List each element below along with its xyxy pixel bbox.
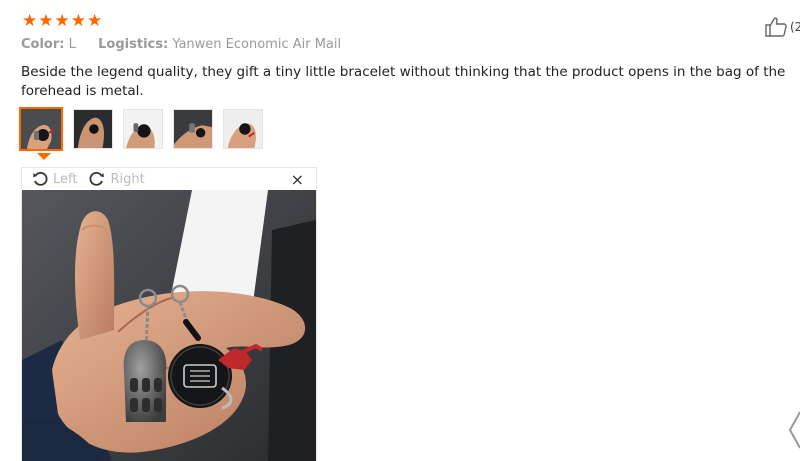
- review-thumbnails: [19, 107, 263, 151]
- rotate-left-icon: [33, 171, 48, 186]
- helpful-button[interactable]: (2: [764, 16, 800, 38]
- color-value: L: [68, 37, 76, 52]
- rotate-right-label: Right: [110, 171, 145, 187]
- star-icon: ★: [38, 11, 54, 31]
- color-label: Color:: [21, 37, 65, 52]
- logistics-label: Logistics:: [98, 37, 169, 52]
- review-photo: [22, 190, 316, 461]
- review-thumbnail[interactable]: [73, 109, 113, 149]
- review-thumbnail[interactable]: [123, 109, 163, 149]
- rotate-left-button[interactable]: Left: [32, 171, 77, 187]
- review-text: Beside the legend quality, they gift a t…: [21, 64, 786, 99]
- review-meta: Color: L Logistics: Yanwen Economic Air …: [21, 37, 341, 52]
- image-viewer: Left Right ×: [21, 167, 317, 461]
- review-thumbnail[interactable]: [19, 107, 63, 151]
- rotate-right-button[interactable]: Right: [89, 171, 145, 187]
- thumbs-up-icon: [764, 16, 788, 38]
- close-icon[interactable]: ×: [291, 170, 304, 189]
- review-thumbnail[interactable]: [173, 109, 213, 149]
- rating-stars: ★ ★ ★ ★ ★: [22, 12, 102, 31]
- rotate-right-icon: [90, 171, 105, 186]
- viewer-toolbar: Left Right ×: [22, 168, 316, 190]
- star-icon: ★: [54, 11, 70, 31]
- like-count: (2: [790, 20, 800, 34]
- rotate-left-label: Left: [53, 171, 78, 187]
- next-icon[interactable]: [787, 410, 800, 450]
- active-thumbnail-indicator: [37, 153, 51, 160]
- star-icon: ★: [22, 11, 38, 31]
- logistics-value: Yanwen Economic Air Mail: [172, 37, 342, 52]
- star-icon: ★: [70, 11, 86, 31]
- review-thumbnail[interactable]: [223, 109, 263, 149]
- star-icon: ★: [87, 11, 103, 31]
